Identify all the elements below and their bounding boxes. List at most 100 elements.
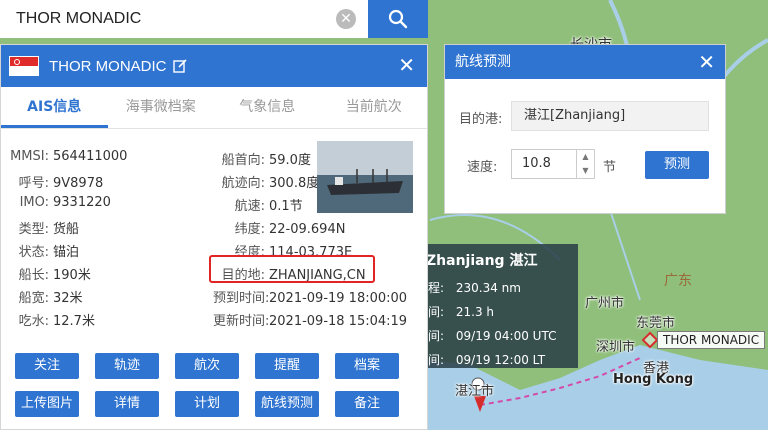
ship-tabs: AIS信息 海事微档案 气象信息 当前航次	[1, 87, 427, 129]
route-prediction-panel: 航线预测 ✕ 目的港: 湛江[Zhanjiang] 速度: 10.8 ▲ ▼ 节…	[444, 44, 726, 214]
info-row-callsign: 呼号: 9V8978	[1, 172, 104, 191]
tooltip-value: 09/19 04:00 UTC	[455, 329, 557, 343]
tab-weather-info[interactable]: 气象信息	[214, 87, 321, 128]
ais-info-grid: MMSI: 564411000 呼号: 9V8978 IMO: 9331220 类型:…	[1, 129, 427, 329]
info-label: 船长:	[18, 268, 49, 283]
voyage-button[interactable]: 航次	[175, 353, 239, 379]
info-value: 9331220	[53, 195, 111, 210]
info-value: 2021-09-19 18:00:00	[269, 291, 408, 306]
info-row-mmsi: MMSI: 564411000	[1, 149, 127, 164]
info-value: 锚泊	[53, 245, 80, 260]
tooltip-value: 230.34 nm	[455, 281, 521, 295]
ship-map-tag[interactable]: THOR MONADIC	[657, 331, 766, 349]
speed-stepper[interactable]: 10.8 ▲ ▼	[511, 149, 595, 179]
info-row-speed: 航速: 0.1节	[213, 195, 303, 214]
info-row-latitude: 纬度: 22-09.694N	[213, 218, 346, 237]
tooltip-label: 间:	[428, 329, 445, 343]
tab-current-voyage[interactable]: 当前航次	[321, 87, 428, 128]
info-value: 190米	[53, 268, 91, 283]
info-row-imo: IMO: 9331220	[1, 195, 111, 210]
ship-panel-header: THOR MONADIC ✕	[1, 45, 427, 87]
info-label: 航迹向:	[221, 176, 265, 191]
info-label: MMSI:	[10, 149, 49, 164]
info-label: 类型:	[18, 222, 49, 237]
info-label: 航速:	[234, 199, 265, 214]
tab-maritime-archive[interactable]: 海事微档案	[108, 87, 215, 128]
close-icon[interactable]: ✕	[398, 55, 415, 75]
map-label-zhanjiang: 湛江市	[455, 384, 495, 399]
destination-highlight	[209, 255, 375, 283]
map-label-dongguan: 东莞市	[636, 316, 676, 331]
tooltip-label: 程:	[428, 281, 445, 295]
speed-value: 10.8	[522, 156, 551, 171]
info-value: 9V8978	[53, 176, 104, 191]
info-value: 22-09.694N	[269, 222, 346, 237]
info-label: 船宽:	[18, 291, 49, 306]
chevron-up-icon[interactable]: ▲	[577, 150, 594, 164]
info-label: 呼号:	[18, 176, 49, 191]
search-button[interactable]	[368, 0, 428, 38]
chevron-down-icon[interactable]: ▼	[577, 164, 594, 178]
tooltip-value: 09/19 12:00 LT	[455, 353, 546, 367]
tooltip-line: 间: 09/19 04:00 UTC	[428, 324, 578, 348]
route-tooltip: Zhanjiang 湛江 程: 230.34 nm 间: 21.3 h 间: 0…	[426, 244, 578, 368]
info-label: 状态:	[18, 245, 49, 260]
map-label-shenzhen: 深圳市	[596, 340, 636, 355]
upload-photo-button[interactable]: 上传图片	[15, 391, 79, 417]
info-value: 0.1节	[269, 199, 303, 214]
details-button[interactable]: 详情	[95, 391, 159, 417]
map-label-hongkong: Hong Kong	[613, 372, 694, 387]
tooltip-label: 间:	[428, 305, 445, 319]
edit-icon[interactable]	[172, 59, 187, 73]
search-input[interactable]	[0, 0, 368, 38]
port-label: 目的港:	[459, 112, 503, 127]
info-value: 2021-09-18 15:04:19	[269, 314, 408, 329]
info-row-beam: 船宽: 32米	[1, 287, 83, 306]
info-label: IMO:	[19, 195, 49, 210]
info-value: 564411000	[53, 149, 128, 164]
tab-ais-info[interactable]: AIS信息	[1, 87, 108, 128]
info-row-length: 船长: 190米	[1, 264, 91, 283]
ship-photo[interactable]	[317, 141, 413, 213]
search-icon	[388, 9, 408, 29]
info-row-eta: 预到时间:2021-09-19 18:00:00	[213, 287, 407, 306]
map-label-guangdong: 广东	[664, 273, 692, 289]
info-label: 预到时间:	[213, 291, 270, 306]
map-label-guangzhou: 广州市	[585, 296, 625, 311]
speed-label: 速度:	[467, 160, 498, 175]
info-label: 纬度:	[234, 222, 265, 237]
info-value: 12.7米	[53, 314, 95, 329]
info-row-heading: 船首向: 59.0度	[213, 149, 311, 168]
tooltip-value: 21.3 h	[455, 305, 495, 319]
speed-unit: 节	[603, 160, 617, 175]
info-value: 货船	[53, 222, 80, 237]
info-label: 更新时间:	[213, 314, 270, 329]
tooltip-title: Zhanjiang 湛江	[426, 253, 538, 269]
archive-button[interactable]: 档案	[335, 353, 399, 379]
info-value: 59.0度	[269, 153, 311, 168]
close-icon[interactable]: ✕	[698, 52, 715, 72]
info-row-updated: 更新时间:2021-09-18 15:04:19	[213, 310, 407, 329]
info-row-status: 状态: 锚泊	[1, 241, 79, 260]
tooltip-label: 间:	[428, 353, 445, 367]
info-value: 32米	[53, 291, 83, 306]
clear-icon[interactable]: ✕	[336, 9, 356, 29]
follow-button[interactable]: 关注	[15, 353, 79, 379]
singapore-flag-icon	[9, 56, 39, 76]
track-button[interactable]: 轨迹	[95, 353, 159, 379]
note-button[interactable]: 备注	[335, 391, 399, 417]
stepper-controls[interactable]: ▲ ▼	[576, 150, 594, 178]
tooltip-line: 间: 21.3 h	[428, 300, 578, 324]
info-value: 300.8度	[269, 176, 320, 191]
destination-port-field[interactable]: 湛江[Zhanjiang]	[511, 101, 709, 131]
predict-button[interactable]: 预测	[645, 151, 709, 179]
ship-name: THOR MONADIC	[49, 57, 167, 75]
plan-button[interactable]: 计划	[175, 391, 239, 417]
info-label: 吃水:	[18, 314, 49, 329]
search-bar: ✕	[0, 0, 428, 38]
route-panel-title: 航线预测	[455, 54, 511, 70]
route-predict-button[interactable]: 航线预测	[255, 391, 319, 417]
ship-image	[317, 141, 413, 213]
alert-button[interactable]: 提醒	[255, 353, 319, 379]
info-row-type: 类型: 货船	[1, 218, 79, 237]
